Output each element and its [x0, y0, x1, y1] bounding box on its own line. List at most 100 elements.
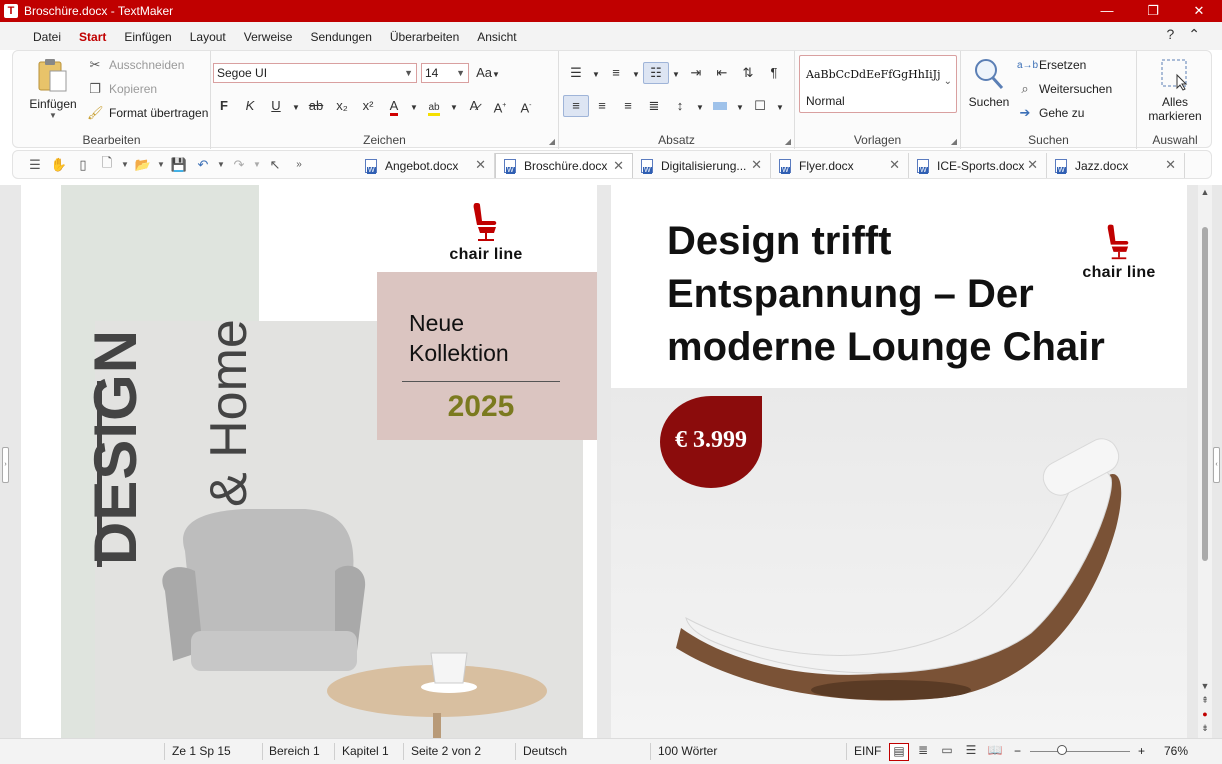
shrink-font-icon[interactable]: A- — [513, 95, 539, 117]
style-gallery[interactable]: AaBbCcDdEeFfGgHhIiJj Normal ⌄ — [799, 55, 957, 113]
vertical-scrollbar[interactable]: ▲ ▼ ⇞ ● ⇟ — [1198, 185, 1212, 738]
close-icon[interactable]: ✕ — [889, 157, 900, 173]
view-continuous-icon[interactable]: ≣ — [913, 743, 933, 761]
goto-button[interactable]: ➔ Gehe zu — [1017, 103, 1085, 123]
redo-icon[interactable]: ↷ — [227, 157, 251, 173]
zoom-in-icon[interactable]: + — [1138, 744, 1145, 758]
zoom-slider[interactable] — [1030, 751, 1130, 752]
scrollbar-thumb[interactable] — [1202, 227, 1208, 561]
paste-dropdown-icon[interactable]: ▼ — [25, 111, 81, 120]
borders-dropdown-icon[interactable]: ▼ — [773, 95, 787, 117]
search-button[interactable]: Suchen — [967, 57, 1011, 109]
increase-indent-icon[interactable]: ⇥ — [683, 62, 709, 84]
copy-button[interactable]: ❐ Kopieren — [87, 79, 157, 99]
line-spacing-icon[interactable]: ↕ — [667, 95, 693, 117]
close-icon[interactable]: ✕ — [751, 157, 762, 173]
font-color-icon[interactable]: A — [381, 95, 407, 117]
doc-tab[interactable]: Angebot.docx ✕ — [357, 153, 495, 178]
view-book-icon[interactable]: 📖 — [985, 743, 1005, 761]
underline-button[interactable]: U — [263, 95, 289, 117]
bold-button[interactable]: F — [211, 95, 237, 117]
tab-ansicht[interactable]: Ansicht — [468, 22, 525, 50]
doc-tab[interactable]: Digitalisierung... ✕ — [633, 153, 771, 178]
superscript-icon[interactable]: x² — [355, 95, 381, 117]
hand-tool-icon[interactable]: ✋ — [47, 157, 71, 173]
doc-tab[interactable]: Broschüre.docx ✕ — [495, 153, 633, 178]
close-icon[interactable]: ✕ — [613, 158, 624, 174]
redo-dropdown-icon[interactable]: ▼ — [251, 160, 263, 169]
chevron-down-icon[interactable]: ⌄ — [944, 76, 952, 87]
view-page-icon[interactable]: ▭ — [937, 743, 957, 761]
dialog-launcher-icon[interactable]: ◢ — [785, 137, 791, 146]
tab-einfuegen[interactable]: Einfügen — [115, 22, 180, 50]
next-page-icon[interactable]: ⇟ — [1200, 723, 1210, 734]
subscript-icon[interactable]: x₂ — [329, 95, 355, 117]
minimize-button[interactable]: — — [1084, 0, 1130, 22]
select-all-button[interactable]: Alles markieren — [1141, 57, 1209, 123]
left-panel-handle-icon[interactable]: › — [2, 447, 9, 483]
line-spacing-dropdown-icon[interactable]: ▼ — [693, 95, 707, 117]
decrease-indent-icon[interactable]: ⇤ — [709, 62, 735, 84]
close-button[interactable]: ✕ — [1176, 0, 1222, 22]
view-normal-icon[interactable]: ▤ — [889, 743, 909, 761]
view-outline-icon[interactable]: ☰ — [961, 743, 981, 761]
section-indicator[interactable]: Bereich 1 — [269, 744, 320, 758]
scroll-down-icon[interactable]: ▼ — [1200, 681, 1210, 691]
italic-button[interactable]: K — [237, 95, 263, 117]
tab-datei[interactable]: Datei — [24, 22, 70, 50]
pointer-icon[interactable]: ↖ — [263, 157, 287, 173]
font-size-combo[interactable]: 14 ▼ — [421, 63, 469, 83]
numbered-list-icon[interactable]: ≡ — [603, 62, 629, 84]
doc-tab[interactable]: Flyer.docx ✕ — [771, 153, 909, 178]
document-canvas[interactable]: › ‹ DESIGN & Home chair line Neue Kollek… — [0, 185, 1222, 738]
hamburger-menu-icon[interactable]: ☰ — [23, 157, 47, 173]
undo-icon[interactable]: ↶ — [191, 157, 215, 173]
doc-tab[interactable]: Jazz.docx ✕ — [1047, 153, 1185, 178]
justify-icon[interactable]: ≣ — [641, 95, 667, 117]
insert-mode[interactable]: EINF — [854, 744, 881, 758]
new-dropdown-icon[interactable]: ▼ — [119, 160, 131, 169]
underline-dropdown-icon[interactable]: ▼ — [289, 95, 303, 117]
zoom-out-icon[interactable]: − — [1014, 744, 1021, 758]
undo-dropdown-icon[interactable]: ▼ — [215, 160, 227, 169]
pilcrow-icon[interactable]: ¶ — [761, 62, 787, 84]
overflow-chevron-icon[interactable]: » — [287, 159, 311, 170]
save-icon[interactable]: 💾 — [167, 157, 191, 173]
dialog-launcher-icon[interactable]: ◢ — [951, 137, 957, 146]
numbered-list-dropdown-icon[interactable]: ▼ — [629, 62, 643, 84]
tab-sendungen[interactable]: Sendungen — [301, 22, 380, 50]
language-indicator[interactable]: Deutsch — [523, 744, 567, 758]
cut-button[interactable]: ✂ Ausschneiden — [87, 55, 185, 75]
right-panel-handle-icon[interactable]: ‹ — [1213, 447, 1220, 483]
shading-dropdown-icon[interactable]: ▼ — [733, 95, 747, 117]
find-next-button[interactable]: ⌕ Weitersuchen — [1017, 79, 1112, 99]
zoom-level[interactable]: 76% — [1164, 744, 1188, 758]
tab-layout[interactable]: Layout — [181, 22, 235, 50]
sort-icon[interactable]: ⇅ — [735, 62, 761, 84]
open-dropdown-icon[interactable]: ▼ — [155, 160, 167, 169]
browse-object-icon[interactable]: ● — [1200, 709, 1210, 719]
tab-ueberarbeiten[interactable]: Überarbeiten — [381, 22, 468, 50]
maximize-button[interactable]: ❐ — [1130, 0, 1176, 22]
open-folder-icon[interactable]: 📂 — [131, 157, 155, 173]
grow-font-icon[interactable]: A+ — [487, 95, 513, 117]
clear-formatting-icon[interactable]: A̷ — [461, 95, 487, 117]
highlight-icon[interactable]: ab — [421, 95, 447, 117]
previous-page-icon[interactable]: ⇞ — [1200, 695, 1210, 706]
shading-icon[interactable] — [707, 95, 733, 117]
page-indicator[interactable]: Seite 2 von 2 — [411, 744, 481, 758]
chapter-indicator[interactable]: Kapitel 1 — [342, 744, 389, 758]
word-count[interactable]: 100 Wörter — [658, 744, 717, 758]
multilevel-list-icon[interactable]: ☷ — [643, 62, 669, 84]
strikethrough-icon[interactable]: ab — [303, 95, 329, 117]
scroll-up-icon[interactable]: ▲ — [1200, 187, 1210, 197]
zoom-slider-knob[interactable] — [1057, 745, 1067, 755]
paste-button[interactable]: Einfügen ▼ — [25, 57, 81, 120]
highlight-dropdown-icon[interactable]: ▼ — [447, 95, 461, 117]
change-case-button[interactable]: Aa▼ — [475, 62, 501, 84]
replace-button[interactable]: a→b Ersetzen — [1017, 55, 1086, 75]
bullet-list-icon[interactable]: ☰ — [563, 62, 589, 84]
page-view-icon[interactable]: ▯ — [71, 157, 95, 173]
doc-tab[interactable]: ICE-Sports.docx ✕ — [909, 153, 1047, 178]
cursor-position[interactable]: Ze 1 Sp 15 — [172, 744, 231, 758]
